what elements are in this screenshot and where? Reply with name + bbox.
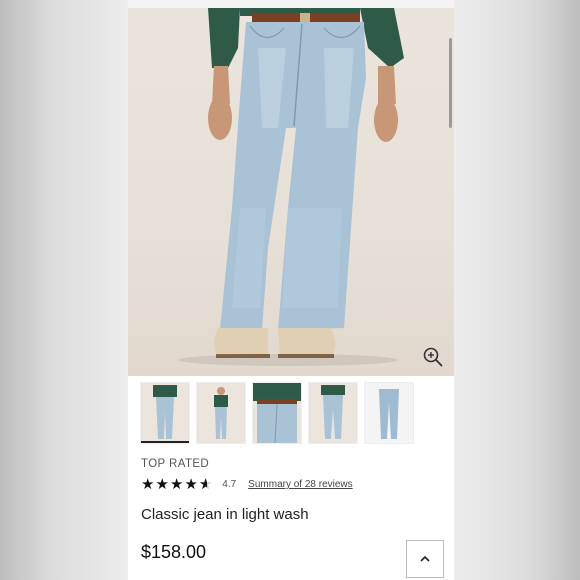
star-icon: ★ bbox=[184, 476, 198, 493]
zoom-in-icon[interactable] bbox=[422, 346, 444, 368]
right-blur-background bbox=[454, 0, 580, 580]
thumbnail-detail[interactable] bbox=[252, 382, 302, 444]
top-rated-badge: TOP RATED bbox=[141, 458, 210, 470]
reviews-summary-link[interactable]: Summary of 28 reviews bbox=[248, 479, 352, 490]
thumbnail-back[interactable] bbox=[308, 382, 358, 444]
left-blur-background bbox=[0, 0, 128, 580]
product-main-image[interactable] bbox=[128, 8, 454, 376]
rating-row: ★ ★ ★ ★ ★ ★ 4.7 Summary of 28 reviews bbox=[141, 477, 353, 492]
star-icon: ★ bbox=[169, 476, 184, 493]
rating-score: 4.7 bbox=[222, 479, 237, 490]
star-half-icon: ★ ★ bbox=[198, 476, 213, 493]
scrollbar[interactable] bbox=[449, 38, 452, 128]
jeans-model-illustration bbox=[178, 8, 404, 366]
star-icon: ★ bbox=[155, 476, 169, 493]
product-page: TOP RATED ★ ★ ★ ★ ★ ★ 4.7 Summary of 28 … bbox=[128, 0, 454, 580]
product-price: $158.00 bbox=[141, 542, 207, 562]
back-to-top-button[interactable] bbox=[406, 540, 444, 578]
thumbnail-strip bbox=[140, 382, 414, 444]
thumbnail-front-full[interactable] bbox=[140, 382, 190, 444]
thumbnail-standing[interactable] bbox=[196, 382, 246, 444]
star-rating: ★ ★ ★ ★ ★ ★ bbox=[141, 477, 212, 492]
star-icon: ★ bbox=[141, 476, 155, 493]
thumbnail-flat-lay[interactable] bbox=[364, 382, 414, 444]
product-title: Classic jean in light wash bbox=[141, 506, 309, 523]
chevron-up-icon bbox=[420, 555, 430, 562]
